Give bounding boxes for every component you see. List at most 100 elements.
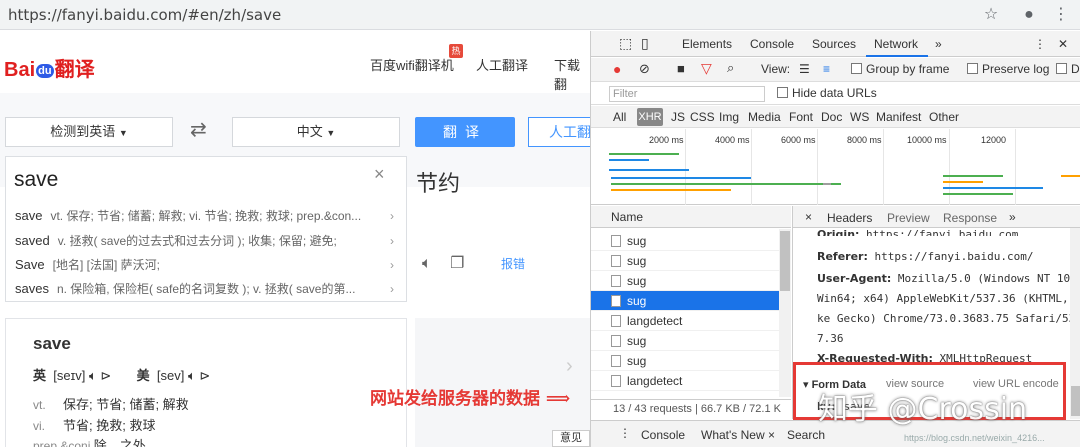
search-icon[interactable]: ⌕ (727, 60, 734, 76)
target-lang-select[interactable]: 中文 ▼ (232, 117, 400, 147)
document-icon (611, 315, 621, 327)
drawer-tab-console[interactable]: Console (641, 428, 685, 442)
nav-wifi-translator[interactable]: 百度wifi翻译机 (370, 55, 454, 74)
network-status-bar: 13 / 43 requests | 66.7 KB / 72.1 K (591, 399, 791, 419)
screenshot-icon[interactable]: ■ (677, 61, 685, 76)
large-rows-icon[interactable]: ☰ (799, 62, 810, 76)
checkbox[interactable] (1056, 63, 1067, 74)
name-column-header[interactable]: Name (611, 210, 643, 224)
address-bar[interactable]: https://fanyi.baidu.com/#en/zh/save ☆ ● … (0, 0, 1080, 30)
star-icon[interactable]: ☆ (980, 4, 1002, 26)
record-icon[interactable]: ● (613, 61, 621, 77)
waterfall-bar (611, 177, 751, 179)
source-input-text[interactable]: save (14, 168, 58, 192)
suggestion-item[interactable]: saved v. 拯救( save的过去式和过去分词 ); 收集; 保留; 避免;… (6, 229, 406, 253)
feedback-button[interactable]: 意见 (552, 430, 590, 447)
speaker-icon[interactable]: 🔈︎ (422, 255, 432, 272)
request-row[interactable]: sug (591, 251, 791, 271)
url-text[interactable]: https://fanyi.baidu.com/#en/zh/save (8, 6, 281, 24)
type-css[interactable]: CSS (690, 110, 715, 124)
drawer-tab-search[interactable]: Search (787, 428, 825, 442)
kebab-menu-icon[interactable]: ⋮ (1050, 4, 1072, 26)
checkbox[interactable] (851, 63, 862, 74)
inspect-icon[interactable]: ⬚ (619, 35, 632, 52)
side-panel (415, 318, 590, 447)
more-tabs-icon[interactable]: » (1009, 210, 1016, 224)
request-row[interactable]: langdetect (591, 311, 791, 331)
speaker-icon[interactable]: 🔈︎ (89, 368, 97, 383)
type-manifest[interactable]: Manifest (876, 110, 921, 124)
type-all[interactable]: All (613, 110, 626, 124)
waterfall-bar (611, 189, 731, 191)
tick-label: 8000 ms (847, 135, 882, 145)
baidu-logo[interactable]: Bai du 翻译 (4, 53, 95, 82)
tab-sources[interactable]: Sources (812, 37, 856, 51)
translate-button[interactable]: 翻译 (415, 117, 515, 147)
type-xhr[interactable]: XHR (637, 108, 663, 126)
chevron-down-icon: ▼ (118, 128, 128, 138)
tab-headers[interactable]: Headers (827, 211, 872, 225)
account-icon[interactable]: ● (1018, 4, 1040, 26)
waterfall-bar (609, 169, 689, 171)
request-row[interactable]: sug (591, 331, 791, 351)
nav-download[interactable]: 下载翻 (554, 55, 590, 93)
speaker-icon[interactable]: 🔈︎ (188, 368, 196, 383)
tab-elements[interactable]: Elements (682, 37, 732, 51)
report-error-link[interactable]: 报错 (501, 255, 525, 272)
waterfall-icon[interactable]: ≡ (823, 62, 830, 76)
hide-data-urls[interactable]: Hide data URLs (777, 86, 877, 100)
type-js[interactable]: JS (671, 110, 685, 124)
request-row[interactable]: sug (591, 351, 791, 371)
tab-network[interactable]: Network (874, 37, 918, 51)
nav-human-translation[interactable]: 人工翻译 (476, 55, 528, 74)
drawer-menu-icon[interactable]: ⋮ (619, 426, 631, 440)
chevron-down-icon: ▼ (326, 128, 336, 138)
suggestion-item[interactable]: save vt. 保存; 节省; 储蓄; 解救; vi. 节省; 挽救; 救球; … (6, 204, 406, 228)
chevron-right-icon: › (390, 209, 394, 223)
type-other[interactable]: Other (929, 110, 959, 124)
human-translate-button[interactable]: 人工翻 (528, 117, 590, 147)
request-row[interactable]: langdetect (591, 371, 791, 391)
more-tabs-icon[interactable]: » (935, 37, 942, 51)
swap-lang-icon[interactable]: ⇄ (190, 117, 207, 142)
type-ws[interactable]: WS (850, 110, 869, 124)
scrollbar-thumb[interactable] (780, 231, 790, 291)
network-overview-timeline[interactable]: 2000 ms 4000 ms 6000 ms 8000 ms 10000 ms… (591, 129, 1080, 205)
type-media[interactable]: Media (748, 110, 781, 124)
grid-line (1015, 129, 1016, 205)
device-toolbar-icon[interactable]: ▯ (641, 35, 649, 52)
copy-icon[interactable]: ❐ (450, 255, 464, 272)
play-icon[interactable]: ⊳ (100, 368, 111, 383)
clear-icon[interactable]: ⊘ (639, 61, 650, 77)
request-row[interactable]: sug (591, 271, 791, 291)
group-by-frame[interactable]: Group by frame (851, 62, 949, 76)
request-row-selected[interactable]: sug (591, 291, 791, 311)
suggestion-item[interactable]: saves n. 保险箱, 保险柜( safe的名词复数 ); v. 拯救( sa… (6, 277, 406, 301)
suggestion-item[interactable]: Save [地名] [法国] 萨沃河; › (6, 253, 406, 277)
chevron-right-icon[interactable]: › (566, 355, 573, 378)
checkbox[interactable] (777, 87, 788, 98)
preserve-log[interactable]: Preserve log (967, 62, 1049, 76)
tab-console[interactable]: Console (750, 37, 794, 51)
type-img[interactable]: Img (719, 110, 739, 124)
tab-response[interactable]: Response (943, 211, 997, 225)
scrollbar-thumb[interactable] (1071, 386, 1080, 416)
close-icon[interactable]: × (805, 210, 812, 224)
close-icon[interactable]: ✕ (1058, 37, 1068, 51)
kebab-menu-icon[interactable]: ⋮ (1034, 37, 1046, 51)
disable-cache[interactable]: D (1056, 62, 1080, 76)
grid-line (883, 129, 884, 205)
tab-preview[interactable]: Preview (887, 211, 930, 225)
filter-input[interactable]: Filter (609, 86, 765, 102)
header-line: Win64; x64) AppleWebKit/537.36 (KHTML, l (817, 292, 1080, 305)
drawer-tab-whats-new[interactable]: What's New × (701, 428, 775, 442)
filter-icon[interactable]: ▽ (701, 60, 712, 77)
source-lang-select[interactable]: 检测到英语 ▼ (5, 117, 173, 147)
type-font[interactable]: Font (789, 110, 813, 124)
checkbox[interactable] (967, 63, 978, 74)
request-row[interactable]: sug (591, 231, 791, 251)
play-icon[interactable]: ⊳ (199, 368, 210, 383)
clear-input-icon[interactable]: × (374, 164, 385, 185)
type-doc[interactable]: Doc (821, 110, 842, 124)
resource-type-filters: All XHR JS CSS Img Media Font Doc WS Man… (591, 106, 1080, 128)
